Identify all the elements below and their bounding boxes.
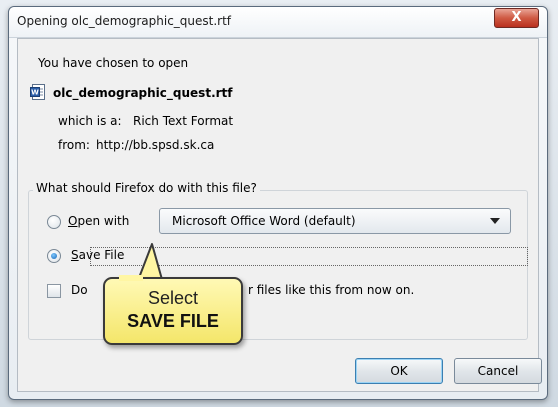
title-bar[interactable]: Opening olc_demographic_quest.rtf X <box>9 7 547 38</box>
open-with-radio[interactable] <box>47 215 61 229</box>
which-is-label: which is a: <box>58 114 122 128</box>
close-button[interactable]: X <box>494 8 539 28</box>
save-file-radio[interactable] <box>47 249 61 263</box>
chevron-down-icon <box>490 218 500 224</box>
intro-heading: You have chosen to open <box>38 56 189 70</box>
from-url-value: http://bb.spsd.sk.ca <box>96 138 215 152</box>
open-with-app-select[interactable]: Microsoft Office Word (default) <box>159 208 511 234</box>
ok-button[interactable]: OK <box>355 358 443 384</box>
svg-text:W: W <box>31 89 39 97</box>
group-label: What should Firefox do with this file? <box>33 181 260 195</box>
remember-label-end[interactable]: r files like this from now on. <box>248 283 414 297</box>
file-open-dialog: Opening olc_demographic_quest.rtf X You … <box>8 6 548 400</box>
cancel-button[interactable]: Cancel <box>454 358 542 384</box>
file-name: olc_demographic_quest.rtf <box>53 86 233 100</box>
remember-choice-checkbox[interactable] <box>47 284 61 298</box>
open-with-label[interactable]: Open with <box>68 214 129 228</box>
from-label: from: <box>58 138 90 152</box>
instruction-callout: Select SAVE FILE <box>103 277 243 345</box>
save-file-accel: S <box>71 248 79 262</box>
dialog-body: You have chosen to open W olc_demographi… <box>17 38 542 392</box>
close-icon: X <box>511 10 522 25</box>
callout-join <box>119 275 143 281</box>
word-document-icon: W <box>30 84 45 100</box>
callout-line-2: SAVE FILE <box>127 311 219 331</box>
open-with-app-value: Microsoft Office Word (default) <box>172 214 356 228</box>
open-with-label-rest: pen with <box>77 214 130 228</box>
file-type-value: Rich Text Format <box>133 114 234 128</box>
save-file-label[interactable]: Save File <box>71 248 124 262</box>
remember-label-start[interactable]: Do <box>71 283 88 297</box>
window-title: Opening olc_demographic_quest.rtf <box>17 14 232 28</box>
callout-line-1: Select <box>147 288 199 308</box>
